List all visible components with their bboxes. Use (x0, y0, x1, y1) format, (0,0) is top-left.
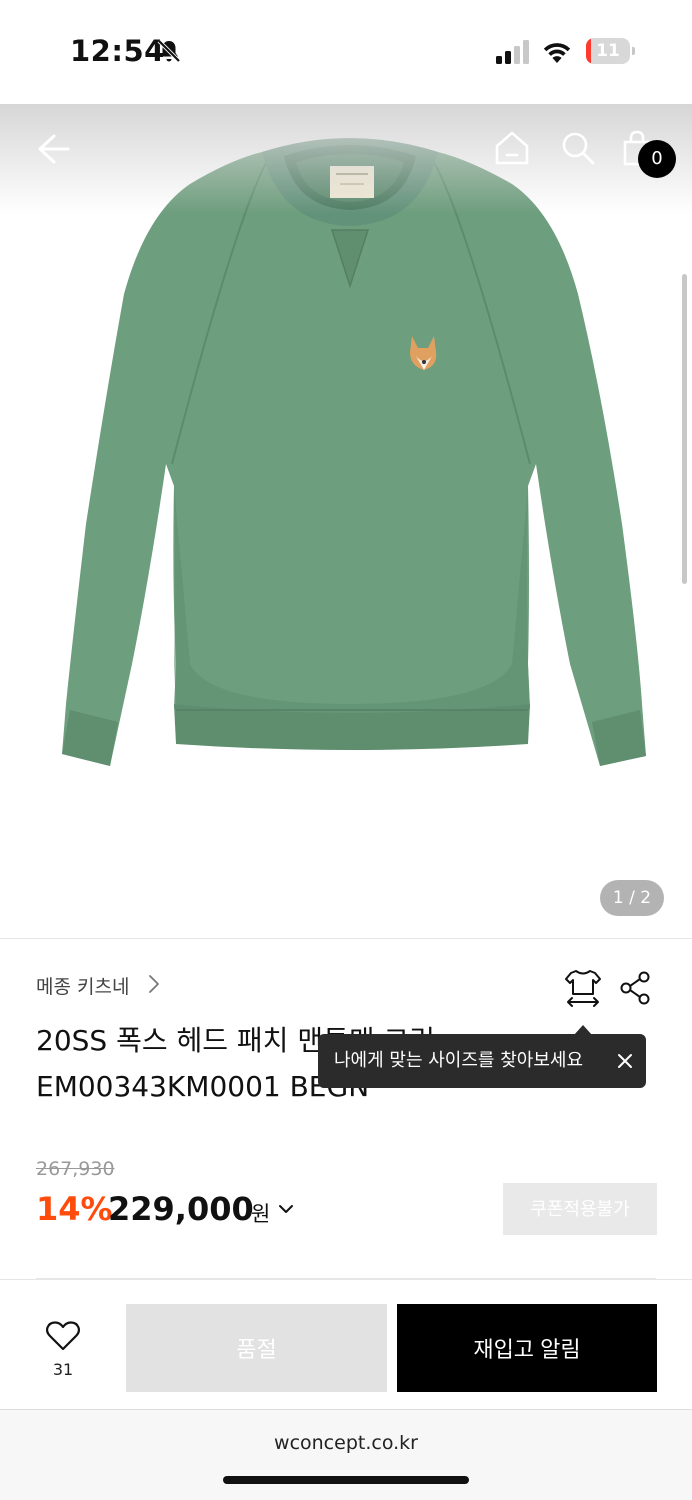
cart-count-badge[interactable]: 0 (638, 140, 676, 178)
url-text[interactable]: wconcept.co.kr (0, 1432, 692, 1454)
chevron-right-icon[interactable] (146, 973, 162, 995)
chevron-down-icon[interactable] (276, 1200, 296, 1218)
battery-level: 11 (596, 41, 620, 61)
coupon-button[interactable]: 쿠폰적용불가 (503, 1183, 657, 1235)
home-indicator[interactable] (223, 1476, 469, 1484)
restock-alert-button[interactable]: 재입고 알림 (397, 1304, 657, 1392)
battery-cap (632, 47, 635, 55)
heart-icon[interactable] (45, 1320, 81, 1352)
discount-rate: 14% (36, 1190, 113, 1228)
share-icon[interactable] (618, 970, 652, 1006)
back-arrow-icon[interactable] (34, 130, 72, 168)
cellular-signal-icon (496, 40, 529, 64)
battery-icon: 11 (586, 38, 636, 64)
image-pager: 1 / 2 (600, 880, 664, 916)
size-tooltip: 나에게 맞는 사이즈를 찾아보세요 (318, 1025, 646, 1088)
status-bar: 12:54 11 (0, 0, 692, 104)
like-count: 31 (52, 1360, 74, 1379)
scroll-indicator (682, 274, 687, 584)
divider (0, 938, 692, 939)
home-icon[interactable] (494, 130, 530, 166)
brand-link[interactable]: 메종 키츠네 (36, 972, 129, 999)
soldout-button[interactable]: 품절 (126, 1304, 387, 1392)
bottom-action-bar: 31 품절 재입고 알림 (0, 1279, 692, 1409)
status-time: 12:54 (70, 34, 165, 68)
search-icon[interactable] (560, 130, 596, 166)
original-price: 267,930 (36, 1158, 115, 1180)
sale-price: 229,000 (108, 1190, 254, 1228)
product-image (62, 138, 646, 766)
close-icon[interactable] (616, 1052, 634, 1070)
currency-unit: 원 (251, 1202, 271, 1226)
tooltip-text: 나에게 맞는 사이즈를 찾아보세요 (334, 1050, 584, 1071)
bell-slash-icon (157, 39, 181, 63)
browser-url-bar[interactable]: wconcept.co.kr (0, 1409, 692, 1500)
wifi-icon (543, 43, 571, 63)
product-image-gallery[interactable]: 0 1 / 2 (0, 104, 692, 938)
size-guide-icon[interactable] (564, 968, 602, 1008)
battery-body: 11 (586, 38, 630, 64)
